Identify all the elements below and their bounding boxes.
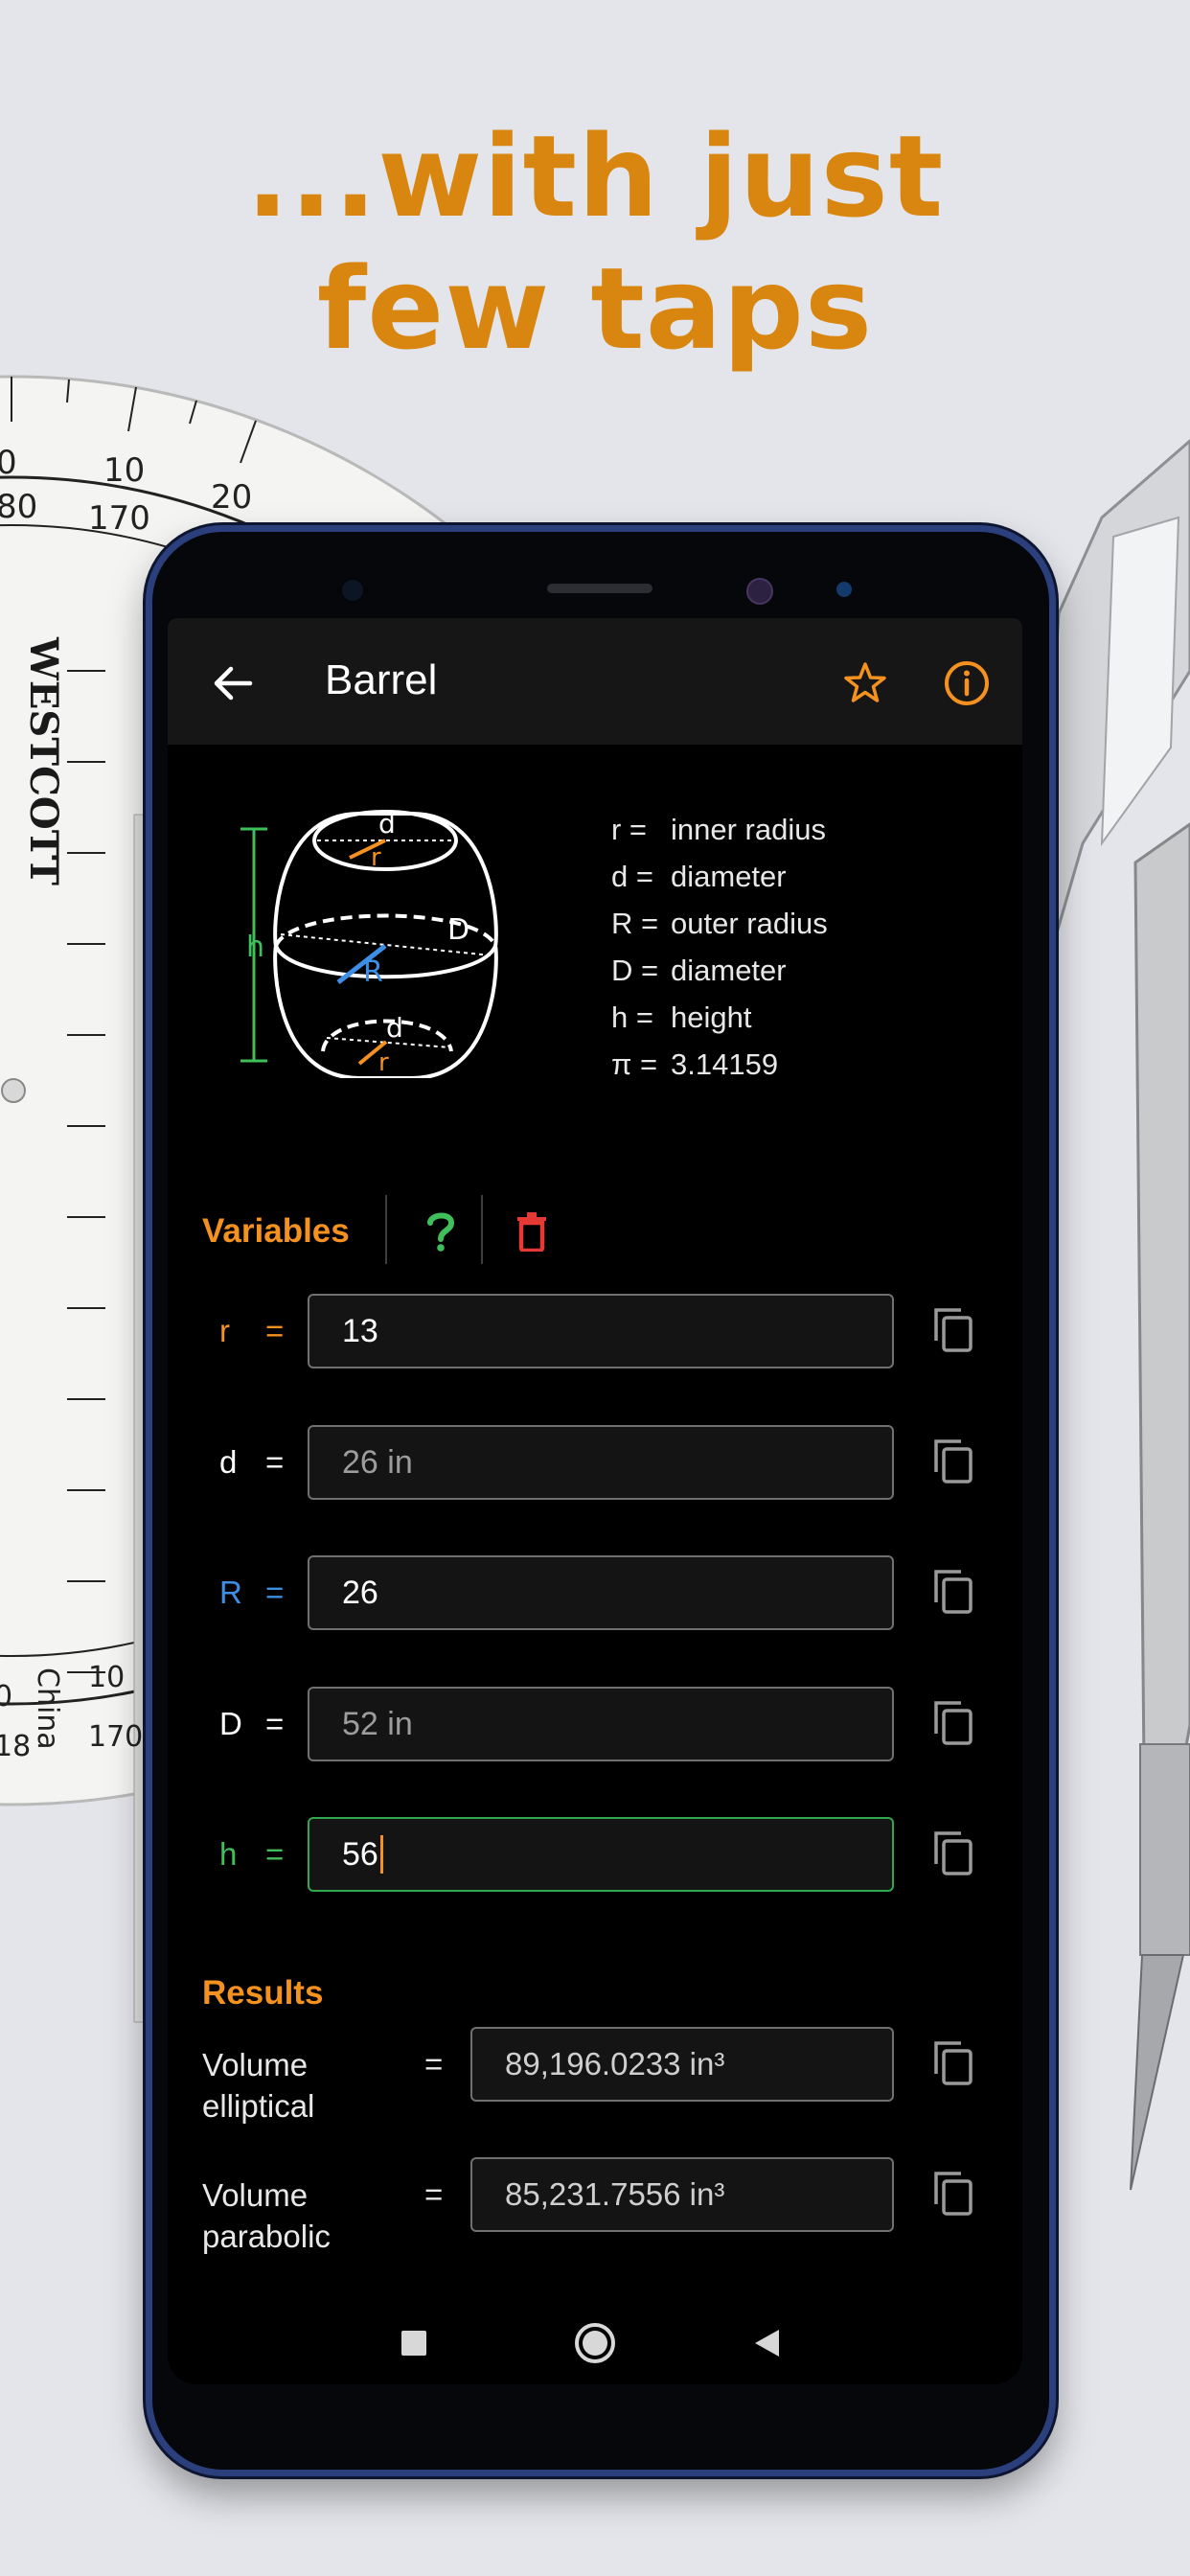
- R-input[interactable]: 26: [308, 1555, 894, 1630]
- diagram-label-D: D: [447, 913, 469, 947]
- equals-sign: =: [265, 1836, 285, 1872]
- volume-elliptical-output[interactable]: 89,196.0233 in³: [470, 2027, 894, 2102]
- svg-text:170: 170: [88, 1720, 143, 1754]
- svg-text:80: 80: [0, 488, 37, 526]
- result-label: Volume parabolic: [202, 2177, 331, 2254]
- square-icon[interactable]: [400, 2329, 428, 2358]
- variables-header: Variables: [202, 1212, 350, 1250]
- divider: [385, 1195, 387, 1264]
- info-circle-icon[interactable]: [936, 653, 997, 714]
- svg-text:China: China: [31, 1668, 64, 1750]
- copy-icon[interactable]: [928, 1436, 978, 1485]
- diagram-label-r-top: r: [371, 843, 381, 872]
- variable-label: R: [219, 1575, 242, 1610]
- legend-row: d = diameter: [611, 860, 787, 893]
- legend-row: π = 3.14159: [611, 1047, 779, 1081]
- results-header: Results: [202, 1974, 324, 2012]
- system-nav-bar: [168, 2303, 1022, 2384]
- sensor: [836, 582, 852, 597]
- app-bar: Barrel: [168, 618, 1022, 745]
- diagram-label-R: R: [363, 955, 383, 989]
- D-input[interactable]: 52 in: [308, 1687, 894, 1761]
- variable-label: d: [219, 1444, 238, 1480]
- copy-icon[interactable]: [928, 1304, 978, 1354]
- equals-sign: =: [424, 2046, 444, 2082]
- equals-sign: =: [265, 1444, 285, 1480]
- svg-text:170: 170: [88, 499, 150, 538]
- svg-text:18: 18: [0, 1730, 31, 1763]
- text-cursor: [379, 1835, 383, 1874]
- circle-icon[interactable]: [573, 2321, 617, 2365]
- equals-sign: =: [265, 1575, 285, 1610]
- legend-row: R = outer radius: [611, 907, 828, 940]
- diagram-label-d-top: d: [378, 808, 396, 840]
- variable-legend: r = inner radius d = diameter R = outer rad…: [611, 806, 828, 1088]
- legend-row: r = inner radius: [611, 813, 826, 846]
- svg-text:10: 10: [88, 1661, 125, 1694]
- question-mark-icon[interactable]: [402, 1205, 479, 1258]
- divider: [481, 1195, 483, 1264]
- barrel-diagram: h d r D R d r: [240, 808, 498, 1078]
- diagram-label-h: h: [246, 931, 264, 964]
- equals-sign: =: [424, 2176, 444, 2212]
- h-input[interactable]: 56: [308, 1817, 894, 1892]
- svg-text:WESTCOTT: WESTCOTT: [21, 636, 66, 886]
- triangle-back-icon[interactable]: [752, 2328, 781, 2358]
- compass-illustration: [1031, 439, 1190, 2191]
- copy-icon[interactable]: [928, 1697, 978, 1747]
- copy-icon[interactable]: [928, 1566, 978, 1616]
- equals-sign: =: [265, 1706, 285, 1741]
- earpiece: [547, 584, 652, 593]
- r-input[interactable]: 13: [308, 1294, 894, 1368]
- sensor-dark: [342, 580, 363, 601]
- variable-label: D: [219, 1706, 242, 1741]
- diagram-label-r-bottom: r: [378, 1048, 389, 1077]
- volume-parabolic-output[interactable]: 85,231.7556 in³: [470, 2157, 894, 2232]
- h-input-value: 56: [342, 1835, 378, 1873]
- star-outline-icon[interactable]: [835, 653, 896, 714]
- copy-icon[interactable]: [928, 2037, 978, 2087]
- d-input[interactable]: 26 in: [308, 1425, 894, 1500]
- svg-text:20: 20: [211, 478, 252, 517]
- diagram-label-d-bottom: d: [386, 1012, 403, 1044]
- svg-text:0: 0: [0, 1680, 12, 1714]
- copy-icon[interactable]: [928, 2168, 978, 2218]
- result-label: Volume elliptical: [202, 2047, 315, 2124]
- svg-text:10: 10: [103, 451, 145, 490]
- app-screen: Barrel h d r D R d r r = inner radius d =: [168, 618, 1022, 2384]
- legend-row: D = diameter: [611, 954, 787, 987]
- variable-label: h: [219, 1836, 238, 1872]
- back-arrow-icon[interactable]: [202, 653, 263, 714]
- trash-icon[interactable]: [493, 1205, 570, 1258]
- legend-row: h = height: [611, 1000, 752, 1034]
- variable-label: r: [219, 1313, 230, 1348]
- screen-title: Barrel: [325, 656, 438, 703]
- copy-icon[interactable]: [928, 1828, 978, 1877]
- svg-text:0: 0: [0, 444, 17, 482]
- front-camera: [746, 578, 773, 605]
- equals-sign: =: [265, 1313, 285, 1348]
